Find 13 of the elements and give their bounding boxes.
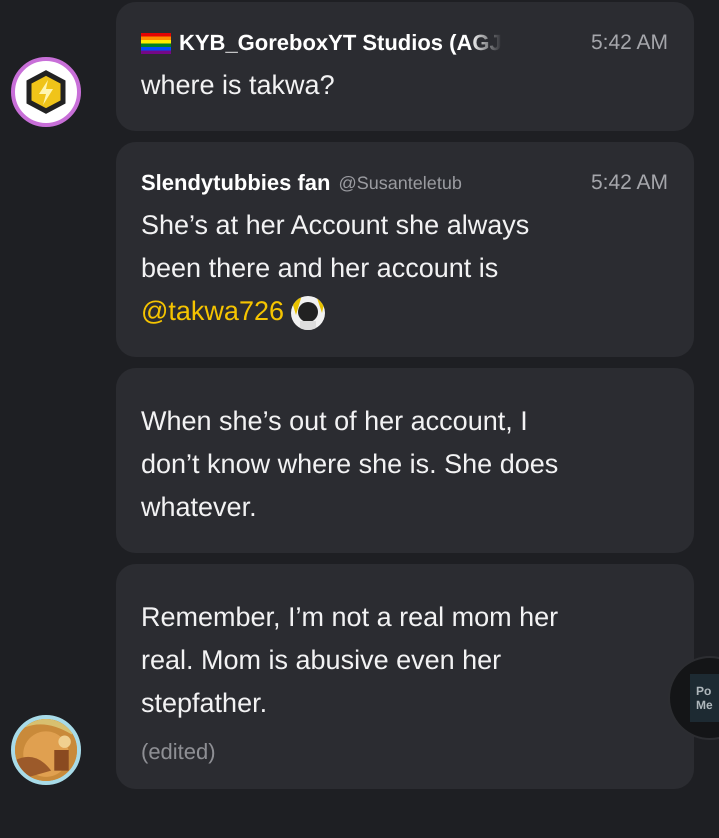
- button-label: Po: [696, 684, 712, 698]
- author-name[interactable]: KYB_GoreboxYT Studios (AGJ: [179, 30, 502, 56]
- author-handle: @Susanteletub: [338, 172, 462, 194]
- user-mention[interactable]: @takwa726: [141, 296, 284, 326]
- message-text: where is takwa?: [141, 69, 336, 102]
- timestamp: 5:42 AM: [590, 31, 668, 55]
- message-text: She’s at her Account she always been there and her account is @takwa726: [141, 204, 566, 333]
- edited-label: (edited): [141, 739, 217, 765]
- message-text: Remember, I’m not a real mom her real. Mom is abusive even her stepfather.: [141, 601, 560, 720]
- button-label: Me: [696, 698, 713, 712]
- timestamp: 5:42 AM: [590, 171, 668, 195]
- message-text: When she’s out of her account, I don’t know where she is. She does whatever.: [141, 405, 560, 524]
- author-name[interactable]: Slendytubbies fan: [141, 170, 330, 196]
